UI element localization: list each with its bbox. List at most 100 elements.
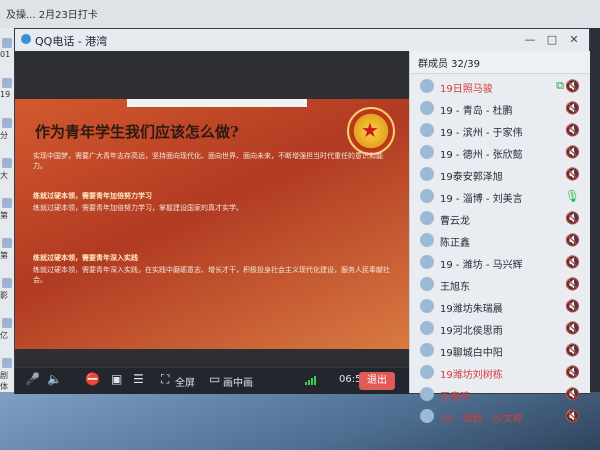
member-count-title: 群成员 32/39 [418, 59, 480, 70]
microphone-muted-icon: 🔇 [565, 123, 580, 137]
shared-slide: 作为青年学生我们应该怎么做? ★ 实现中国梦，需要广大青年志存高远，坚持面向现代… [15, 99, 409, 349]
desktop-shortcut-label: 分 [0, 131, 8, 140]
desktop-shortcut-label: 第 [0, 211, 8, 220]
exit-button[interactable]: 退出 [359, 372, 395, 390]
member-avatar [420, 387, 434, 401]
member-item[interactable]: 19 - 潍西 - 沙文婷 🔇 [410, 405, 590, 427]
member-item[interactable]: 19日照马骏 ⧉ 🔇 [410, 75, 590, 97]
member-name: 19日照马骏 [440, 84, 493, 95]
member-avatar [420, 79, 434, 93]
desktop-shortcut-icon[interactable] [2, 358, 12, 368]
member-item[interactable]: 19聊城白中阳 🔇 [410, 339, 590, 361]
slide-header-strip [127, 99, 307, 107]
microphone-muted-icon: 🔇 [565, 233, 580, 247]
member-name: 19 - 德州 - 张欣懿 [440, 150, 523, 161]
microphone-muted-icon: 🔇 [565, 321, 580, 335]
member-avatar [420, 365, 434, 379]
member-avatar [420, 101, 434, 115]
member-name: 19潍坊朱瑞晨 [440, 304, 503, 315]
microphone-on-icon: 🎙 [564, 189, 580, 203]
member-item[interactable]: 19潍坊刘树栋 🔇 [410, 361, 590, 383]
slide-highlight-1: 练就过硬本领，需要青年加倍努力学习 [33, 192, 152, 200]
desktop-icon-column: 0119分大第第影亿剧体酸 [0, 28, 15, 450]
slide-paragraph-3: 练就过硬本领，需要青年深入实践，在实践中磨砺意志、增长才干，积极投身社会主义现代… [33, 266, 390, 284]
screen-share-icon[interactable]: ▣ [111, 372, 122, 386]
member-item[interactable]: 19潍坊朱瑞晨 🔇 [410, 295, 590, 317]
member-name: 19聊城白中阳 [440, 348, 503, 359]
member-avatar [420, 299, 434, 313]
desktop-shortcut-label: 大 [0, 171, 8, 180]
member-avatar [420, 233, 434, 247]
camera-off-icon[interactable]: ⛔ [85, 372, 100, 386]
member-item[interactable]: 王泰鸣 🔇 [410, 383, 590, 405]
member-avatar [420, 343, 434, 357]
member-item[interactable]: 19河北侯思雨 🔇 [410, 317, 590, 339]
member-avatar [420, 189, 434, 203]
member-name: 19 - 淄博 - 刘美言 [440, 194, 523, 205]
member-item[interactable]: 19 - 滨州 - 于家伟 🔇 [410, 119, 590, 141]
desktop-shortcut-icon[interactable] [2, 158, 12, 168]
member-item[interactable]: 19 - 淄博 - 刘美言 🎙 [410, 185, 590, 207]
member-avatar [420, 255, 434, 269]
window-controls: — □ ✕ [521, 31, 583, 49]
desktop-shortcut-icon[interactable] [2, 78, 12, 88]
minimize-button[interactable]: — [521, 31, 539, 49]
microphone-muted-icon: 🔇 [565, 101, 580, 115]
desktop-shortcut-icon[interactable] [2, 318, 12, 328]
desktop-shortcut-icon[interactable] [2, 278, 12, 288]
pip-icon[interactable]: ▭ [209, 372, 220, 386]
member-avatar [420, 409, 434, 423]
slide-highlight-2: 练就过硬本领，需要青年深入实践 [33, 254, 138, 262]
microphone-muted-icon: 🔇 [565, 79, 580, 93]
member-avatar [420, 167, 434, 181]
member-name: 曹云龙 [440, 216, 470, 227]
member-item[interactable]: 19 - 德州 - 张欣懿 🔇 [410, 141, 590, 163]
presentation-icon[interactable]: ☰ [133, 372, 144, 386]
microphone-muted-icon: 🔇 [565, 211, 580, 225]
desktop-shortcut-icon[interactable] [2, 38, 12, 48]
desktop-top-bar: 及操... 2月23日打卡 [0, 0, 600, 28]
member-name: 19 - 滨州 - 于家伟 [440, 128, 523, 139]
titlebar: QQ电话 - 港湾 — □ ✕ [15, 29, 589, 52]
desktop-shortcut-icon[interactable] [2, 198, 12, 208]
member-item[interactable]: 19 - 青岛 - 杜鹏 🔇 [410, 97, 590, 119]
desktop-shortcut-label: 第 [0, 251, 8, 260]
microphone-muted-icon: 🔇 [565, 387, 580, 401]
desktop-shortcut-label: 亿 [0, 331, 8, 340]
member-item[interactable]: 19泰安郭泽旭 🔇 [410, 163, 590, 185]
member-name: 19泰安郭泽旭 [440, 172, 503, 183]
member-item[interactable]: 王旭东 🔇 [410, 273, 590, 295]
member-item[interactable]: 19 - 潍坊 - 马兴辉 🔇 [410, 251, 590, 273]
microphone-icon[interactable]: 🎤 [25, 372, 40, 386]
microphone-muted-icon: 🔇 [565, 255, 580, 269]
microphone-muted-icon: 🔇 [565, 277, 580, 291]
slide-paragraph-1: 实现中国梦，需要广大青年志存高远，坚持面向现代化、面向世界、面向未来，不断增强担… [33, 152, 383, 170]
desktop-shortcut-label: 01 [0, 50, 11, 59]
member-avatar [420, 277, 434, 291]
fullscreen-icon[interactable]: ⛶ [161, 372, 169, 387]
fullscreen-button[interactable]: 全屏 [175, 374, 195, 389]
desktop-shortcut-icon[interactable] [2, 118, 12, 128]
qq-logo-icon [21, 34, 31, 44]
maximize-button[interactable]: □ [543, 31, 561, 49]
member-item[interactable]: 陈正鑫 🔇 [410, 229, 590, 251]
member-panel: 群成员 32/39 19日照马骏 ⧉ 🔇 19 - 青岛 - 杜鹏 🔇 19 - 滨州 -… [409, 51, 590, 425]
member-avatar [420, 211, 434, 225]
member-name: 王旭东 [440, 282, 470, 293]
league-emblem-icon: ★ [347, 107, 395, 155]
member-name: 19 - 青岛 - 杜鹏 [440, 106, 513, 117]
member-avatar [420, 321, 434, 335]
microphone-muted-icon: 🔇 [565, 167, 580, 181]
screen-share-icon: ⧉ [556, 79, 564, 92]
close-button[interactable]: ✕ [565, 31, 583, 49]
member-avatar [420, 145, 434, 159]
call-toolbar: 🎤 🔈 ⛔ ▣ ☰ ⛶ 全屏 ▭ 画中画 06:50 退出 [15, 367, 409, 394]
slide-paragraph-2: 练就过硬本领，需要青年加倍努力学习，掌握建设国家的真才实学。 [33, 204, 243, 212]
member-item[interactable]: 曹云龙 🔇 [410, 207, 590, 229]
pip-button[interactable]: 画中画 [223, 374, 253, 389]
slide-title: 作为青年学生我们应该怎么做? [35, 123, 239, 141]
window-title: QQ电话 - 港湾 [35, 35, 108, 48]
speaker-icon[interactable]: 🔈 [47, 372, 62, 386]
desktop-shortcut-icon[interactable] [2, 238, 12, 248]
desktop-top-text: 及操... 2月23日打卡 [6, 10, 98, 21]
